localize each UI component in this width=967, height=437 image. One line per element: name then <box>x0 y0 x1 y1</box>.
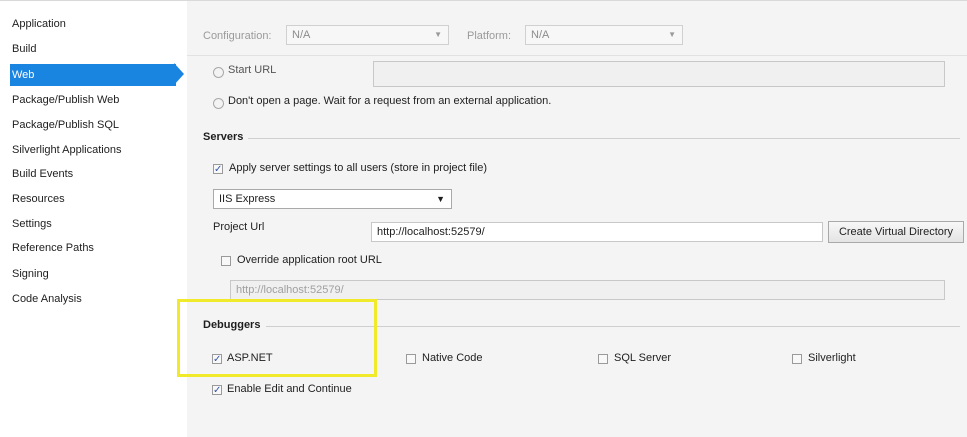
override-root-url-value: http://localhost:52579/ <box>236 284 344 296</box>
sidebar-item-silverlight-applications[interactable]: Silverlight Applications <box>12 139 172 161</box>
sidebar-item-web[interactable]: Web <box>10 64 176 86</box>
highlight-box <box>177 299 377 377</box>
servers-divider <box>248 138 960 139</box>
server-type-value: IIS Express <box>219 193 276 205</box>
sidebar-item-build-events[interactable]: Build Events <box>12 163 172 185</box>
override-root-url-checkbox[interactable] <box>221 256 231 266</box>
project-url-label: Project Url <box>213 221 265 233</box>
sidebar-item-package-publish-web[interactable]: Package/Publish Web <box>12 89 172 111</box>
sidebar-item-build[interactable]: Build <box>12 38 172 60</box>
selection-pointer-icon <box>174 63 184 85</box>
dropdown-arrow-icon: ▼ <box>436 194 445 204</box>
project-url-value: http://localhost:52579/ <box>377 226 485 238</box>
sidebar-item-settings[interactable]: Settings <box>12 213 172 235</box>
silverlight-debugger-checkbox[interactable] <box>792 354 802 364</box>
sql-server-debugger-checkbox[interactable] <box>598 354 608 364</box>
native-code-debugger-checkbox[interactable] <box>406 354 416 364</box>
override-root-url-input[interactable]: http://localhost:52579/ <box>230 280 945 300</box>
project-url-input[interactable]: http://localhost:52579/ <box>371 222 823 242</box>
dont-open-page-radio[interactable] <box>213 98 224 109</box>
apply-all-users-label: Apply server settings to all users (stor… <box>229 162 487 174</box>
sidebar: Application Build Web Package/Publish We… <box>0 1 184 437</box>
configuration-value: N/A <box>292 29 311 41</box>
configuration-dropdown[interactable]: N/A ▼ <box>286 25 449 45</box>
sidebar-item-code-analysis[interactable]: Code Analysis <box>12 288 172 310</box>
dont-open-page-label: Don't open a page. Wait for a request fr… <box>228 95 552 107</box>
configuration-label: Configuration: <box>203 30 272 42</box>
edit-and-continue-label: Enable Edit and Continue <box>227 383 352 395</box>
native-code-debugger-label: Native Code <box>422 352 483 364</box>
chevron-down-icon: ▼ <box>434 30 442 39</box>
override-root-url-label: Override application root URL <box>237 254 382 266</box>
sidebar-item-reference-paths[interactable]: Reference Paths <box>12 237 172 259</box>
create-virtual-directory-button[interactable]: Create Virtual Directory <box>828 221 964 243</box>
platform-value: N/A <box>531 29 550 41</box>
checkmark-icon: ✓ <box>213 385 222 396</box>
apply-all-users-checkbox[interactable]: ✓ <box>213 164 223 175</box>
sidebar-item-package-publish-sql[interactable]: Package/Publish SQL <box>12 114 172 136</box>
sidebar-item-resources[interactable]: Resources <box>12 188 172 210</box>
sql-server-debugger-label: SQL Server <box>614 352 672 364</box>
start-url-field[interactable] <box>373 61 945 87</box>
edit-and-continue-checkbox[interactable]: ✓ <box>212 385 222 396</box>
start-url-radio[interactable] <box>213 67 224 78</box>
chevron-down-icon: ▼ <box>668 30 676 39</box>
server-type-dropdown[interactable]: IIS Express ▼ <box>213 189 452 209</box>
sidebar-item-signing[interactable]: Signing <box>12 263 172 285</box>
silverlight-debugger-label: Silverlight <box>808 352 856 364</box>
platform-dropdown[interactable]: N/A ▼ <box>525 25 683 45</box>
checkmark-icon: ✓ <box>214 164 223 175</box>
start-url-label: Start URL <box>228 64 277 76</box>
servers-heading: Servers <box>203 131 244 143</box>
platform-label: Platform: <box>467 30 512 42</box>
sidebar-item-application[interactable]: Application <box>12 13 172 35</box>
